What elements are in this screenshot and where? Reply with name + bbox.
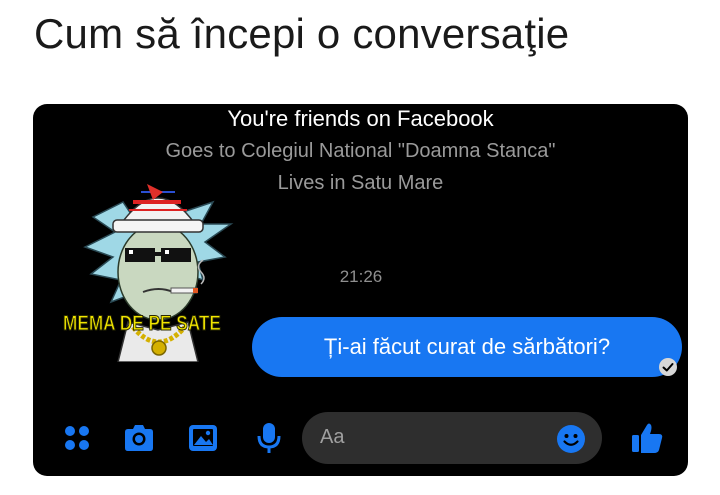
like-icon — [632, 423, 663, 453]
apps-icon — [65, 426, 89, 450]
composer-bar: Aa — [33, 404, 688, 476]
message-timestamp: 21:26 — [339, 267, 383, 286]
like-button[interactable] — [627, 420, 667, 456]
friends-status: You're friends on Facebook — [227, 106, 494, 131]
sticker-watermark: MEMA DE PE SATE — [63, 312, 222, 336]
message-input[interactable]: Aa — [302, 412, 602, 464]
microphone-icon — [257, 423, 281, 453]
camera-button[interactable] — [121, 420, 157, 456]
microphone-button[interactable] — [251, 420, 287, 456]
camera-icon — [125, 425, 153, 451]
messenger-chat-panel: You're friends on Facebook Goes to Coleg… — [33, 104, 688, 476]
emoji-icon[interactable] — [556, 424, 586, 454]
sent-message-bubble[interactable]: Ți-ai făcut curat de sărbători? — [252, 317, 682, 377]
seen-check-icon — [659, 358, 677, 376]
gallery-icon — [189, 425, 217, 451]
meme-caption: Cum să începi o conversaţie — [34, 10, 570, 57]
apps-button[interactable] — [59, 420, 95, 456]
message-input-placeholder: Aa — [320, 426, 345, 448]
profile-school: Goes to Colegiul National "Doamna Stanca… — [165, 140, 556, 162]
gallery-button[interactable] — [185, 420, 221, 456]
